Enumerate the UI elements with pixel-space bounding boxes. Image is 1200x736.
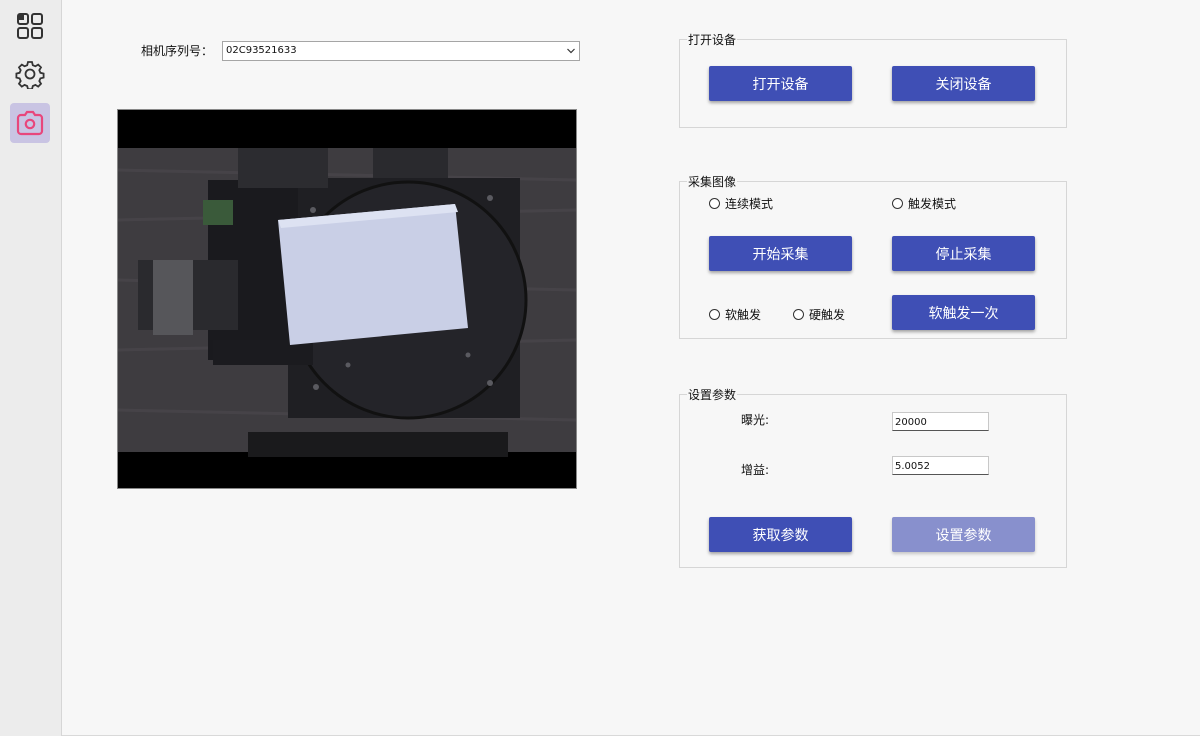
hard-trigger-radio[interactable]: 硬触发 [793,306,845,323]
soft-trigger-label: 软触发 [725,308,762,322]
stop-capture-button[interactable]: 停止采集 [892,236,1035,271]
exposure-value: 20000 [895,417,927,428]
start-capture-button[interactable]: 开始采集 [709,236,852,271]
nav-settings[interactable] [10,54,50,94]
continuous-mode-label: 连续模式 [725,197,774,211]
radio-circle [709,198,720,209]
sidebar [0,0,62,736]
camera-icon [15,109,45,137]
capture-group-title: 采集图像 [687,173,738,190]
trigger-mode-radio[interactable]: 触发模式 [892,195,956,212]
soft-trigger-once-button[interactable]: 软触发一次 [892,295,1035,330]
serial-select[interactable]: 02C93521633 [222,41,580,61]
device-group-title: 打开设备 [687,31,738,48]
exposure-label: 曝光: [741,413,770,427]
gain-label: 增益: [741,463,770,477]
get-params-button[interactable]: 获取参数 [709,517,852,552]
open-device-button[interactable]: 打开设备 [709,66,852,101]
gear-icon [15,59,45,89]
close-device-button[interactable]: 关闭设备 [892,66,1035,101]
dashboard-icon [16,12,44,40]
continuous-mode-radio[interactable]: 连续模式 [709,195,773,212]
camera-preview [117,109,577,489]
chevron-down-icon [567,48,575,54]
exposure-input[interactable]: 20000 [892,412,989,431]
radio-circle [793,309,804,320]
soft-trigger-radio[interactable]: 软触发 [709,306,761,323]
hard-trigger-label: 硬触发 [809,308,846,322]
radio-circle [709,309,720,320]
camera-frame-image [118,110,576,488]
radio-circle [892,198,903,209]
serial-value: 02C93521633 [226,45,297,56]
set-params-button[interactable]: 设置参数 [892,517,1035,552]
nav-dashboard[interactable] [10,6,50,46]
serial-label: 相机序列号： [141,44,214,58]
gain-input[interactable]: 5.0052 [892,456,989,475]
nav-camera[interactable] [10,103,50,143]
gain-value: 5.0052 [895,461,930,472]
trigger-mode-label: 触发模式 [908,197,957,211]
params-group-title: 设置参数 [687,386,738,403]
